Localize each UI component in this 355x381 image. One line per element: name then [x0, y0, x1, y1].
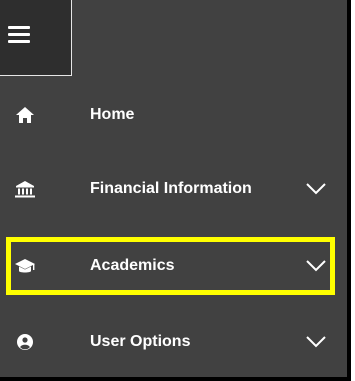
nav-item-user-options[interactable]: User Options: [0, 316, 347, 368]
bank-icon: [15, 181, 35, 198]
chevron-down-icon[interactable]: [306, 260, 326, 272]
nav-item-financial-information[interactable]: Financial Information: [0, 163, 347, 215]
home-icon: [16, 107, 34, 123]
side-navigation-menu: Home Financial Information Academics Use…: [0, 0, 351, 381]
nav-item-label: Home: [90, 106, 135, 123]
user-circle-icon: [17, 334, 33, 350]
nav-item-home[interactable]: Home: [0, 89, 347, 141]
chevron-down-icon[interactable]: [306, 183, 326, 195]
graduation-cap-icon: [15, 259, 35, 273]
nav-item-academics[interactable]: Academics: [0, 240, 347, 292]
menu-toggle-button[interactable]: [0, 0, 72, 76]
chevron-down-icon[interactable]: [306, 336, 326, 348]
nav-item-label: Financial Information: [90, 180, 252, 197]
nav-item-label: Academics: [90, 257, 175, 274]
nav-item-label: User Options: [90, 333, 191, 350]
hamburger-menu-icon: [8, 26, 30, 44]
menu-header: [0, 0, 347, 77]
